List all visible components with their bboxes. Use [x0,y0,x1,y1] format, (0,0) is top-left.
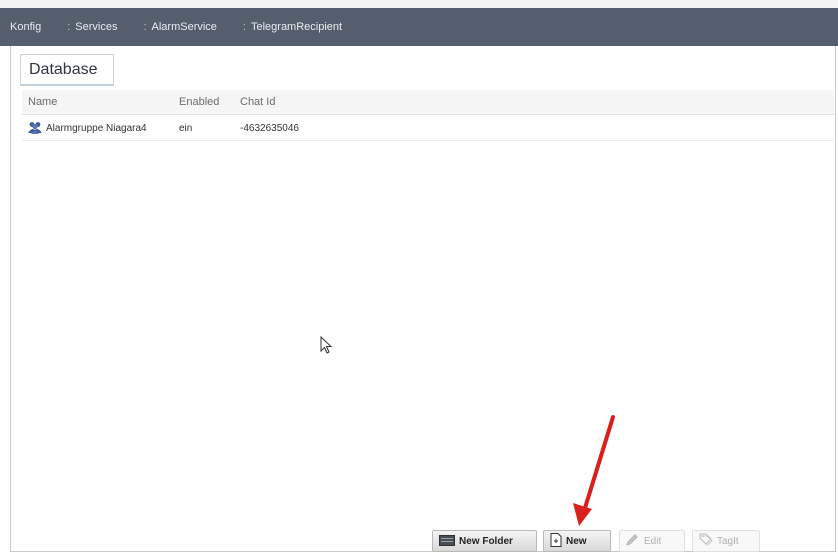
table-row[interactable]: Alarmgruppe Niagara4 ein -4632635046 [22,116,834,141]
breadcrumb-item-services[interactable]: : Services [67,21,117,33]
breadcrumb-label: Services [75,21,118,33]
new-button[interactable]: New [543,530,611,552]
tagit-button[interactable]: TagIt [692,530,760,552]
table-header: Name Enabled Chat Id [22,90,834,115]
column-header-enabled[interactable]: Enabled [179,96,219,108]
user-group-icon [28,121,42,137]
breadcrumb-label: TelegramRecipient [250,21,343,33]
breadcrumb-item-telegramrecipient[interactable]: : TelegramRecipient [243,21,342,33]
top-edge [0,0,838,8]
cell-chat-id: -4632635046 [240,123,299,134]
breadcrumb-separator: : [67,21,71,33]
pencil-icon [626,533,640,549]
edit-button[interactable]: Edit [619,530,685,552]
folder-icon [439,534,455,549]
tag-icon [699,533,713,549]
tab-database[interactable]: Database [20,54,114,86]
new-folder-button[interactable]: New Folder [432,530,537,552]
tab-label: Database [29,60,98,78]
new-document-icon [550,532,562,550]
mouse-pointer-icon [320,335,333,359]
cell-enabled: ein [179,123,193,134]
new-folder-label: New Folder [459,535,513,547]
breadcrumb-item-alarmservice[interactable]: : AlarmService [143,21,216,33]
breadcrumb-label: AlarmService [151,21,217,33]
tagit-label: TagIt [717,535,739,547]
breadcrumb: Konfig : Services : AlarmService : Teleg… [0,8,838,46]
column-header-chat-id[interactable]: Chat Id [240,96,275,108]
breadcrumb-separator: : [143,21,147,33]
breadcrumb-item-konfig[interactable]: Konfig [10,21,41,33]
breadcrumb-label: Konfig [10,21,42,33]
new-label: New [566,535,587,547]
cell-name: Alarmgruppe Niagara4 [46,123,147,134]
edit-label: Edit [644,535,662,547]
column-header-name[interactable]: Name [28,96,57,108]
breadcrumb-separator: : [242,21,246,33]
